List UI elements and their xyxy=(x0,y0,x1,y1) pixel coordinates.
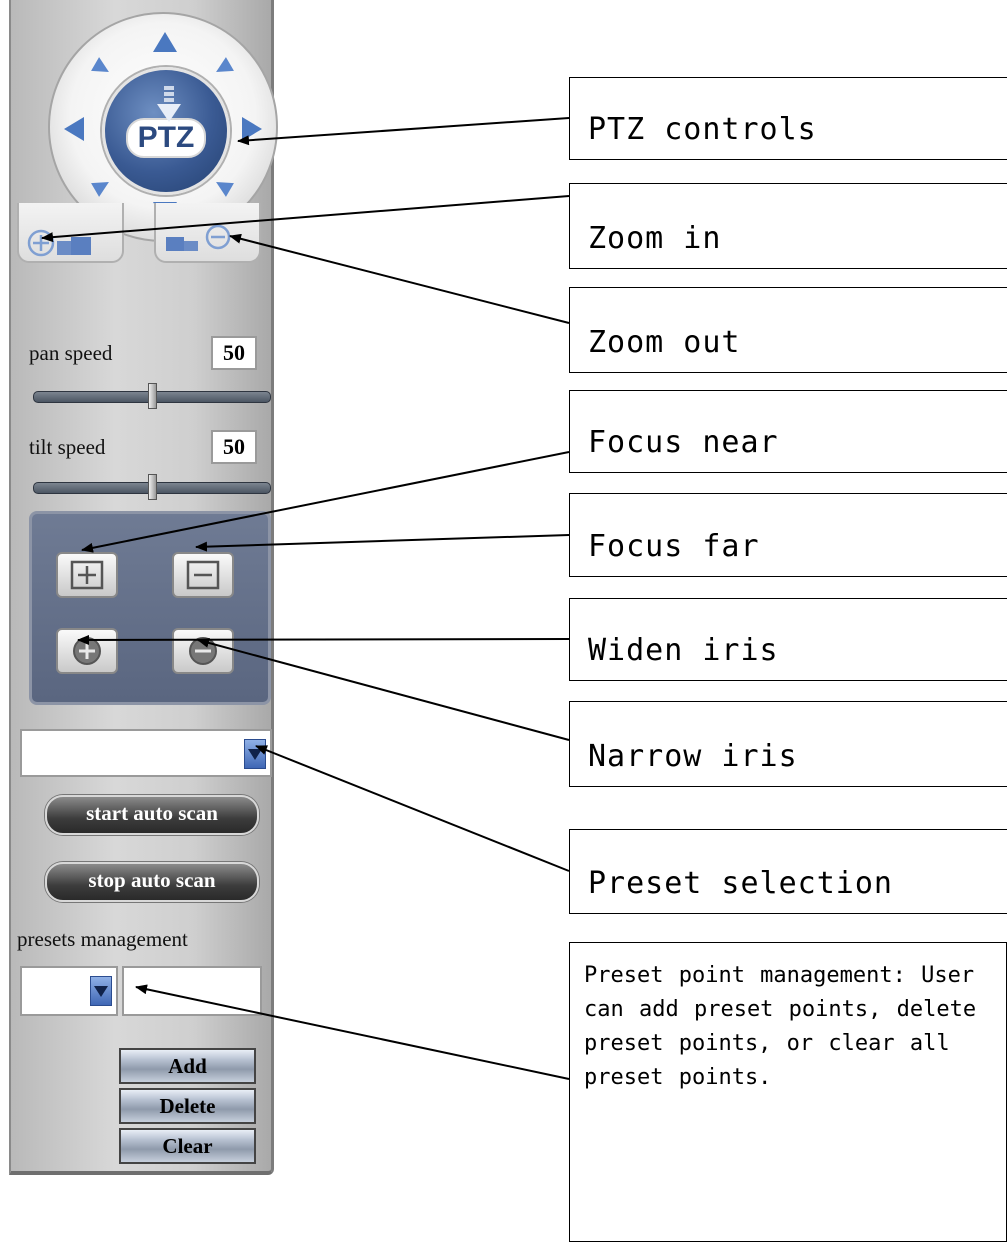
annotation-zoom-in: Zoom in xyxy=(569,183,1007,269)
pan-speed-label: pan speed xyxy=(29,341,113,365)
preset-select-chevron-down-icon[interactable] xyxy=(244,739,266,769)
start-auto-scan-button[interactable]: start auto scan xyxy=(45,795,259,835)
pan-down-left-arrow-icon[interactable] xyxy=(91,175,113,197)
ptz-label: PTZ xyxy=(125,118,207,158)
focus-iris-panel xyxy=(29,511,271,705)
preset-select[interactable] xyxy=(20,729,272,777)
annotation-ptz-controls: PTZ controls xyxy=(569,77,1007,160)
ptz-home-button[interactable]: PTZ xyxy=(102,67,230,195)
pan-speed-slider-thumb[interactable] xyxy=(147,383,157,409)
arrow-zoom-out xyxy=(229,233,570,324)
arrow-preset-selection xyxy=(255,745,570,872)
focus-far-button[interactable] xyxy=(172,552,234,598)
iris-open-icon xyxy=(73,637,101,665)
annotation-narrow-iris: Narrow iris xyxy=(569,701,1007,787)
ptz-control-panel: PTZ pan speed 50 tilt speed 50 start aut… xyxy=(9,0,278,1175)
tilt-speed-slider-thumb[interactable] xyxy=(147,474,157,500)
annotation-widen-iris: Widen iris xyxy=(569,598,1007,681)
delete-preset-button[interactable]: Delete xyxy=(119,1088,256,1124)
annotation-zoom-in-text: Zoom in xyxy=(588,221,722,256)
focus-far-icon xyxy=(186,560,220,590)
pan-right-arrow-icon[interactable] xyxy=(242,117,262,141)
pan-up-left-arrow-icon[interactable] xyxy=(91,57,113,79)
annotation-narrow-iris-text: Narrow iris xyxy=(588,739,798,774)
zoom-in-button[interactable] xyxy=(17,203,124,263)
clear-presets-button[interactable]: Clear xyxy=(119,1128,256,1164)
arrow-ptz-controls xyxy=(237,117,570,146)
widen-iris-button[interactable] xyxy=(56,628,118,674)
zoom-out-button[interactable] xyxy=(154,203,261,263)
annotation-ptz-controls-text: PTZ controls xyxy=(588,112,817,147)
annotation-zoom-out: Zoom out xyxy=(569,287,1007,373)
annotation-focus-near-text: Focus near xyxy=(588,425,779,460)
tilt-speed-slider[interactable] xyxy=(33,474,271,500)
pan-down-right-arrow-icon[interactable] xyxy=(212,175,234,197)
pan-speed-slider[interactable] xyxy=(33,383,271,409)
preset-number-chevron-down-icon[interactable] xyxy=(90,976,112,1006)
preset-name-input[interactable] xyxy=(122,966,262,1016)
stop-auto-scan-button[interactable]: stop auto scan xyxy=(45,862,259,902)
tilt-speed-value[interactable]: 50 xyxy=(211,430,257,464)
annotation-preset-selection-text: Preset selection xyxy=(588,866,893,901)
pan-up-arrow-icon[interactable] xyxy=(153,32,177,52)
annotation-focus-far-text: Focus far xyxy=(588,529,760,564)
focus-near-button[interactable] xyxy=(56,552,118,598)
pan-up-right-arrow-icon[interactable] xyxy=(212,57,234,79)
pan-left-arrow-icon[interactable] xyxy=(64,117,84,141)
preset-number-select[interactable] xyxy=(20,966,118,1016)
annotation-preset-management: Preset point management: User can add pr… xyxy=(569,942,1007,1242)
annotation-focus-near: Focus near xyxy=(569,390,1007,473)
annotation-preset-selection: Preset selection xyxy=(569,829,1007,914)
zoom-in-icon xyxy=(27,229,91,257)
tilt-speed-label: tilt speed xyxy=(29,435,106,459)
pan-speed-value[interactable]: 50 xyxy=(211,336,257,370)
focus-near-icon xyxy=(70,560,104,590)
iris-close-icon xyxy=(189,637,217,665)
annotation-preset-management-text: Preset point management: User can add pr… xyxy=(584,963,977,1090)
add-preset-button[interactable]: Add xyxy=(119,1048,256,1084)
presets-management-label: presets management xyxy=(17,927,188,951)
ptz-down-arrow-icon xyxy=(157,86,181,122)
annotation-focus-far: Focus far xyxy=(569,493,1007,577)
annotation-widen-iris-text: Widen iris xyxy=(588,633,779,668)
annotation-zoom-out-text: Zoom out xyxy=(588,325,741,360)
zoom-out-icon xyxy=(166,225,231,251)
narrow-iris-button[interactable] xyxy=(172,628,234,674)
